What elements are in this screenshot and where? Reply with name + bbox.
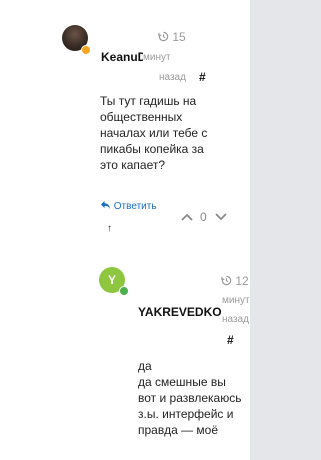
time-unit: минут	[143, 52, 171, 63]
permalink-hash[interactable]: #	[227, 333, 234, 347]
comment-text: да да смешные вы вот и развлекаюсь з.ы. …	[138, 358, 241, 438]
comment-time: 12	[221, 274, 249, 288]
vote-count: 0	[200, 210, 207, 224]
parent-arrow-icon[interactable]: ↑	[107, 224, 112, 234]
permalink-hash[interactable]: #	[199, 70, 206, 84]
time-unit-suffix: назад	[159, 72, 186, 83]
comment-line: Ты тут гадишь на	[100, 94, 197, 108]
comment-line: правда — моё	[138, 423, 219, 437]
comment-author[interactable]: YAKREVEDKO	[138, 305, 223, 319]
right-sidebar-panel	[250, 0, 321, 460]
comment-text: Ты тут гадишь на общественных началах ил…	[100, 93, 207, 173]
comment-author[interactable]: KeanuDar	[101, 50, 143, 64]
comment-line: пикабы копейка за	[100, 142, 204, 156]
history-icon	[221, 274, 235, 288]
history-icon	[158, 30, 172, 44]
comments-page: 15 KeanuDar минут назад # Ты тут гадишь …	[0, 0, 321, 460]
reply-label: Ответить	[113, 201, 157, 212]
comment-line: вот и развлекаюсь	[138, 391, 242, 405]
time-unit-suffix: назад	[222, 314, 249, 325]
comment-line: да смешные вы	[138, 375, 226, 389]
chevron-down-icon[interactable]	[215, 211, 227, 223]
reply-icon	[100, 200, 114, 212]
status-dot	[119, 286, 129, 296]
comment-line: да	[138, 359, 152, 373]
avatar-letter: Y	[107, 273, 116, 287]
time-unit: минут	[222, 295, 250, 306]
comment-line: началах или тебе с	[100, 126, 208, 140]
chevron-up-icon[interactable]	[181, 211, 193, 223]
status-dot	[81, 45, 91, 55]
comment-time: 15	[158, 30, 186, 44]
comment-line: з.ы. интерфейс и	[138, 407, 234, 421]
comment-line: это капает?	[100, 158, 166, 172]
comment-line: общественных	[100, 110, 183, 124]
reply-button[interactable]: Ответить	[100, 200, 157, 213]
